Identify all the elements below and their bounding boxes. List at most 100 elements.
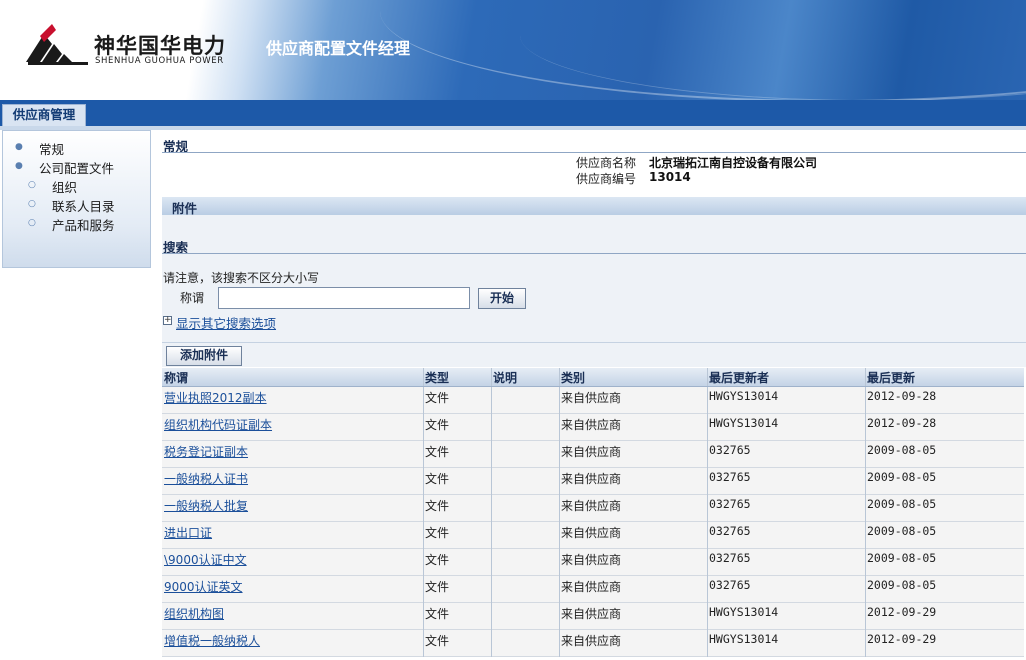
cell-title[interactable]: 进出口证: [164, 524, 212, 541]
column-separator: [559, 387, 560, 414]
supplier-name-label: 供应商名称: [575, 156, 636, 170]
cell-updated-by: 032765: [709, 470, 751, 484]
column-header-category[interactable]: 类别: [561, 369, 585, 386]
title-search-input[interactable]: [218, 287, 470, 309]
cell-last-updated: 2012-09-29: [867, 632, 937, 646]
divider: [162, 152, 1026, 153]
cell-title[interactable]: 营业执照2012副本: [164, 389, 267, 406]
column-separator: [865, 468, 866, 495]
cell-category: 来自供应商: [561, 418, 622, 432]
cell-type: 文件: [425, 553, 450, 567]
column-separator: [559, 468, 560, 495]
column-separator: [491, 441, 492, 468]
cell-category: 来自供应商: [561, 634, 622, 648]
cell-type: 文件: [425, 526, 450, 540]
column-separator: [865, 630, 866, 657]
column-separator: [491, 603, 492, 630]
column-separator: [559, 576, 560, 603]
table-row: \9000认证中文 文件 来自供应商 032765 2009-08-05: [162, 549, 1024, 576]
more-search-options-link[interactable]: 显示其它搜索选项: [176, 313, 276, 332]
column-separator: [423, 368, 424, 386]
cell-title[interactable]: 税务登记证副本: [164, 443, 248, 460]
sidebar-item-company-profile[interactable]: 公司配置文件: [39, 158, 114, 177]
company-logo: 神华国华电力 SHENHUA GUOHUA POWER: [26, 22, 236, 70]
column-separator: [491, 387, 492, 414]
column-separator: [865, 414, 866, 441]
column-separator: [559, 414, 560, 441]
table-row: 增值税一般纳税人 文件 来自供应商 HWGYS13014 2012-09-29: [162, 630, 1024, 657]
header-banner: 神华国华电力 SHENHUA GUOHUA POWER 供应商配置文件经理: [0, 0, 1026, 100]
cell-title[interactable]: 一般纳税人批复: [164, 497, 248, 514]
column-header-type[interactable]: 类型: [425, 369, 449, 386]
cell-type: 文件: [425, 418, 450, 432]
column-header-title[interactable]: 称谓: [164, 369, 188, 386]
column-separator: [491, 414, 492, 441]
cell-last-updated: 2009-08-05: [867, 470, 937, 484]
bullet-icon: ●: [15, 142, 23, 152]
go-button[interactable]: 开始: [478, 288, 526, 309]
sidebar-item-products-services[interactable]: 产品和服务: [52, 215, 115, 234]
cell-category: 来自供应商: [561, 472, 622, 486]
column-separator: [491, 468, 492, 495]
cell-category: 来自供应商: [561, 607, 622, 621]
column-separator: [707, 414, 708, 441]
column-separator: [423, 441, 424, 468]
table-row: 营业执照2012副本 文件 来自供应商 HWGYS13014 2012-09-28: [162, 387, 1024, 414]
cell-updated-by: 032765: [709, 551, 751, 565]
cell-last-updated: 2009-08-05: [867, 497, 937, 511]
table-row: 进出口证 文件 来自供应商 032765 2009-08-05: [162, 522, 1024, 549]
cell-title[interactable]: 增值税一般纳税人: [164, 632, 260, 649]
add-attachment-button[interactable]: 添加附件: [166, 346, 242, 366]
cell-updated-by: HWGYS13014: [709, 632, 779, 646]
cell-last-updated: 2009-08-05: [867, 551, 937, 565]
column-header-last-updated[interactable]: 最后更新: [867, 369, 915, 386]
column-separator: [491, 576, 492, 603]
column-separator: [865, 441, 866, 468]
cell-title[interactable]: 组织机构代码证副本: [164, 416, 272, 433]
column-separator: [865, 387, 866, 414]
attachments-table-header: 称谓 类型 说明 类别 最后更新者 最后更新: [162, 368, 1024, 387]
circle-bullet-icon: ○: [28, 218, 36, 228]
column-header-description[interactable]: 说明: [493, 369, 517, 386]
cell-title[interactable]: 一般纳税人证书: [164, 470, 248, 487]
cell-category: 来自供应商: [561, 526, 622, 540]
column-separator: [865, 576, 866, 603]
table-row: 一般纳税人证书 文件 来自供应商 032765 2009-08-05: [162, 468, 1024, 495]
column-separator: [559, 441, 560, 468]
divider: [162, 253, 1026, 254]
tab-bar: 供应商管理: [0, 100, 1026, 126]
plus-expand-icon[interactable]: +: [163, 316, 172, 325]
cell-updated-by: HWGYS13014: [709, 389, 779, 403]
cell-last-updated: 2012-09-29: [867, 605, 937, 619]
cell-title[interactable]: \9000认证中文: [164, 551, 247, 568]
title-field-label: 称谓: [180, 291, 205, 305]
tab-supplier-management[interactable]: 供应商管理: [2, 104, 86, 126]
column-separator: [423, 387, 424, 414]
sidebar-item-organization[interactable]: 组织: [52, 177, 77, 196]
column-separator: [559, 368, 560, 386]
cell-updated-by: HWGYS13014: [709, 416, 779, 430]
cell-category: 来自供应商: [561, 391, 622, 405]
column-separator: [423, 603, 424, 630]
cell-type: 文件: [425, 634, 450, 648]
column-separator: [423, 630, 424, 657]
cell-last-updated: 2009-08-05: [867, 524, 937, 538]
column-separator: [865, 495, 866, 522]
sidebar-item-general[interactable]: 常规: [39, 139, 64, 158]
cell-title[interactable]: 组织机构图: [164, 605, 224, 622]
column-header-updated-by[interactable]: 最后更新者: [709, 369, 769, 386]
cell-title[interactable]: 9000认证英文: [164, 578, 243, 595]
cell-category: 来自供应商: [561, 445, 622, 459]
cell-type: 文件: [425, 472, 450, 486]
sidebar-item-contacts[interactable]: 联系人目录: [52, 196, 115, 215]
cell-updated-by: 032765: [709, 578, 751, 592]
column-separator: [865, 368, 866, 386]
cell-updated-by: 032765: [709, 524, 751, 538]
cell-last-updated: 2012-09-28: [867, 389, 937, 403]
app-title: 供应商配置文件经理: [266, 39, 411, 58]
column-separator: [707, 549, 708, 576]
table-row: 组织机构图 文件 来自供应商 HWGYS13014 2012-09-29: [162, 603, 1024, 630]
column-separator: [707, 603, 708, 630]
sidebar: ● 常规 ● 公司配置文件 ○ 组织 ○ 联系人目录 ○ 产品和服务: [2, 130, 151, 268]
column-separator: [707, 387, 708, 414]
